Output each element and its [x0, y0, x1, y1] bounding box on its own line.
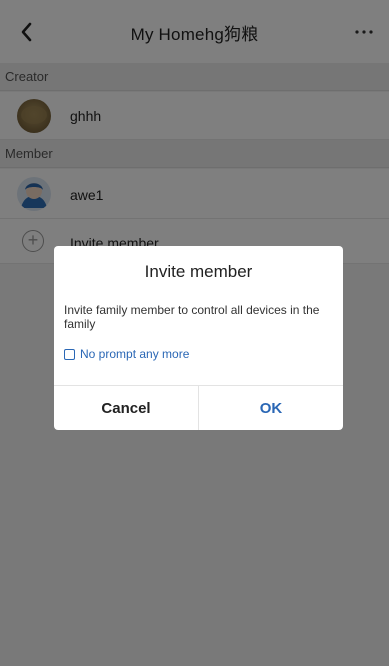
cancel-button[interactable]: Cancel — [54, 386, 199, 430]
dialog-title: Invite member — [144, 262, 253, 281]
dialog-message: Invite family member to control all devi… — [64, 303, 320, 331]
no-prompt-label[interactable]: No prompt any more — [80, 347, 189, 361]
no-prompt-checkbox-row[interactable]: No prompt any more — [64, 347, 189, 361]
invite-dialog: Invite member Invite family member to co… — [54, 246, 343, 430]
no-prompt-checkbox[interactable] — [64, 348, 75, 360]
dialog-actions: Cancel OK — [54, 385, 343, 430]
ok-button[interactable]: OK — [199, 386, 343, 430]
